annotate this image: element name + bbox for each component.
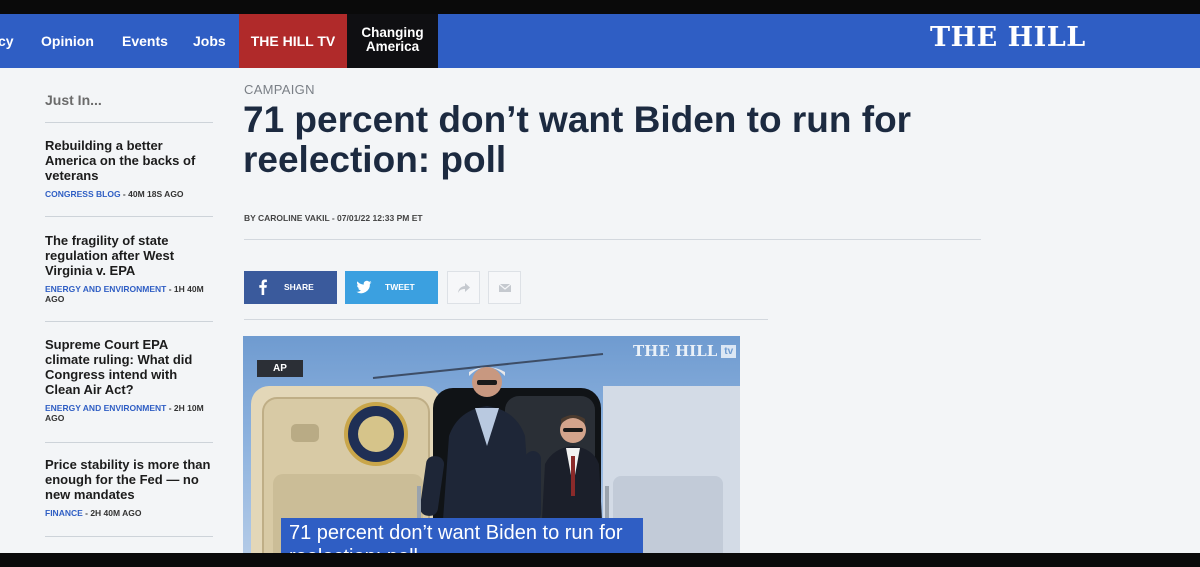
story-title-link[interactable]: Price stability is more than enough for … bbox=[45, 457, 213, 502]
divider bbox=[45, 216, 213, 217]
divider bbox=[244, 239, 981, 240]
article-category-link[interactable]: CAMPAIGN bbox=[244, 82, 315, 97]
story-meta: CONGRESS BLOG - 40M 18S AGO bbox=[45, 189, 213, 199]
divider bbox=[45, 122, 213, 123]
just-in-heading: Just In... bbox=[45, 92, 102, 108]
story-category-link[interactable]: FINANCE bbox=[45, 508, 83, 518]
story-title-link[interactable]: The fragility of state regulation after … bbox=[45, 233, 213, 278]
changing-line-2: America bbox=[365, 39, 420, 54]
nav-item-hill-tv[interactable]: THE HILL TV bbox=[239, 14, 347, 68]
story-meta: ENERGY AND ENVIRONMENT - 1H 40M AGO bbox=[45, 284, 213, 304]
twitter-tweet-button[interactable]: TWEET bbox=[345, 271, 438, 304]
article-byline: BY CAROLINE VAKIL - 07/01/22 12:33 PM ET bbox=[244, 213, 423, 223]
sidebar-story: Price stability is more than enough for … bbox=[45, 457, 213, 518]
ap-badge: AP bbox=[257, 360, 303, 377]
letterbox-bottom bbox=[0, 553, 1200, 567]
changing-line-1: Changing bbox=[361, 25, 424, 40]
sidebar-story: Supreme Court EPA climate ruling: What d… bbox=[45, 337, 213, 423]
twitter-bird-icon bbox=[356, 280, 372, 294]
story-meta: ENERGY AND ENVIRONMENT - 2H 10M AGO bbox=[45, 403, 213, 423]
nav-item-jobs[interactable]: Jobs bbox=[193, 14, 226, 68]
divider bbox=[45, 321, 213, 322]
story-title-link[interactable]: Rebuilding a better America on the backs… bbox=[45, 138, 213, 183]
sidebar-story: Rebuilding a better America on the backs… bbox=[45, 138, 213, 199]
watermark-tv: tv bbox=[721, 345, 737, 358]
page: cy Opinion Events Jobs THE HILL TV Chang… bbox=[0, 14, 1200, 553]
story-category-link[interactable]: ENERGY AND ENVIRONMENT bbox=[45, 403, 166, 413]
email-share-button[interactable] bbox=[488, 271, 521, 304]
mail-icon bbox=[498, 283, 512, 292]
watermark-text: THE HILL bbox=[633, 342, 718, 360]
nav-item-opinion[interactable]: Opinion bbox=[41, 14, 94, 68]
story-time: - 2H 40M AGO bbox=[82, 508, 142, 518]
forward-share-button[interactable] bbox=[447, 271, 480, 304]
the-hill-tv-watermark: THE HILL tv bbox=[633, 342, 737, 360]
tweet-label: TWEET bbox=[385, 282, 415, 292]
story-title-link[interactable]: Supreme Court EPA climate ruling: What d… bbox=[45, 337, 213, 397]
video-caption: 71 percent don’t want Biden to run for r… bbox=[281, 518, 643, 553]
divider bbox=[45, 536, 213, 537]
site-logo[interactable]: THE HILL bbox=[930, 22, 1086, 53]
article-headline: 71 percent don’t want Biden to run for r… bbox=[243, 99, 912, 180]
story-category-link[interactable]: ENERGY AND ENVIRONMENT bbox=[45, 284, 166, 294]
letterbox-top bbox=[0, 0, 1200, 14]
story-time: - 40M 18S AGO bbox=[120, 189, 184, 199]
divider bbox=[244, 319, 768, 320]
sidebar-story: The fragility of state regulation after … bbox=[45, 233, 213, 304]
divider bbox=[45, 442, 213, 443]
nav-item-changing-america[interactable]: Changing America bbox=[347, 14, 438, 68]
story-meta: FINANCE - 2H 40M AGO bbox=[45, 508, 213, 518]
nav-item-events[interactable]: Events bbox=[122, 14, 168, 68]
story-category-link[interactable]: CONGRESS BLOG bbox=[45, 189, 121, 199]
top-nav: cy Opinion Events Jobs THE HILL TV Chang… bbox=[0, 14, 1200, 68]
facebook-icon bbox=[259, 279, 267, 295]
facebook-share-button[interactable]: SHARE bbox=[244, 271, 337, 304]
nav-item-cut[interactable]: cy bbox=[0, 14, 14, 68]
video-player[interactable]: AP THE HILL tv 71 percent don’t want Bide… bbox=[243, 336, 740, 553]
share-label: SHARE bbox=[284, 282, 314, 292]
forward-arrow-icon bbox=[458, 283, 470, 293]
